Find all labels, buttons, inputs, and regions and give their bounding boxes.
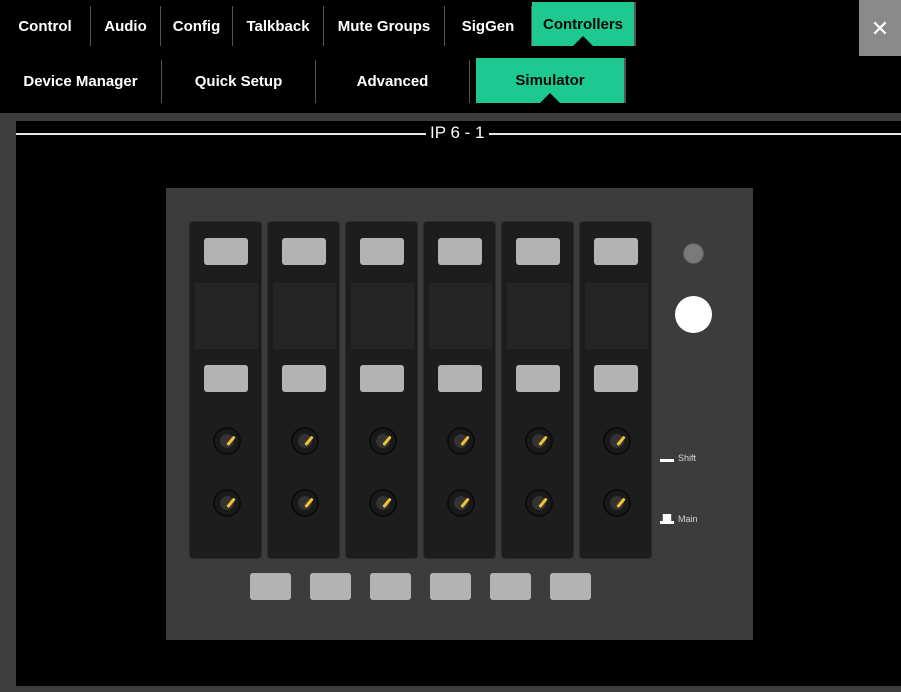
channel-strip xyxy=(423,221,496,559)
rotary-knob[interactable] xyxy=(447,489,475,517)
channel-strip xyxy=(501,221,574,559)
tab-controllers[interactable]: Controllers xyxy=(532,2,636,46)
rotary-knob[interactable] xyxy=(603,427,631,455)
tab-device-manager[interactable]: Device Manager xyxy=(0,60,162,103)
strip-display xyxy=(429,283,492,349)
tab-audio[interactable]: Audio xyxy=(91,6,161,46)
top-tab-bar: Control Audio Config Talkback Mute Group… xyxy=(0,0,860,56)
bottom-button[interactable] xyxy=(310,573,351,600)
rotary-knob[interactable] xyxy=(213,427,241,455)
strip-mid-button[interactable] xyxy=(438,365,482,392)
strip-top-button[interactable] xyxy=(282,238,326,265)
rotary-knob[interactable] xyxy=(369,489,397,517)
rotary-knob[interactable] xyxy=(447,427,475,455)
tab-advanced[interactable]: Advanced xyxy=(316,60,470,103)
channel-strip xyxy=(267,221,340,559)
rotary-knob[interactable] xyxy=(213,489,241,517)
strip-mid-button[interactable] xyxy=(594,365,638,392)
strip-top-button[interactable] xyxy=(516,238,560,265)
section-title: IP 6 - 1 xyxy=(426,123,489,143)
tab-control[interactable]: Control xyxy=(0,6,91,46)
rotary-knob[interactable] xyxy=(291,427,319,455)
bottom-button[interactable] xyxy=(490,573,531,600)
tab-siggen[interactable]: SigGen xyxy=(445,6,532,46)
channel-strip xyxy=(579,221,652,559)
strip-top-button[interactable] xyxy=(594,238,638,265)
shift-key-icon xyxy=(660,458,674,462)
main-key-icon xyxy=(660,514,674,524)
sub-tab-bar: Device Manager Quick Setup Advanced Simu… xyxy=(0,56,901,113)
strip-top-button[interactable] xyxy=(360,238,404,265)
strip-display xyxy=(195,283,258,349)
strip-display xyxy=(585,283,648,349)
tab-mute-groups[interactable]: Mute Groups xyxy=(324,6,445,46)
close-button[interactable]: ✕ xyxy=(859,0,901,57)
channel-strip xyxy=(189,221,262,559)
strip-mid-button[interactable] xyxy=(360,365,404,392)
round-select-button[interactable] xyxy=(675,296,712,333)
strip-mid-button[interactable] xyxy=(282,365,326,392)
rotary-knob[interactable] xyxy=(369,427,397,455)
strip-display xyxy=(351,283,414,349)
simulator-canvas: IP 6 - 1 Shift Main xyxy=(16,121,901,686)
strip-top-button[interactable] xyxy=(438,238,482,265)
rotary-knob[interactable] xyxy=(525,427,553,455)
controller-panel: Shift Main xyxy=(166,188,753,640)
simulator-frame: IP 6 - 1 Shift Main xyxy=(0,113,901,692)
strip-display xyxy=(507,283,570,349)
main-label: Main xyxy=(678,514,698,524)
tab-config[interactable]: Config xyxy=(161,6,233,46)
strip-top-button[interactable] xyxy=(204,238,248,265)
rotary-knob[interactable] xyxy=(291,489,319,517)
main-indicator: Main xyxy=(660,514,698,524)
bottom-button[interactable] xyxy=(370,573,411,600)
strip-mid-button[interactable] xyxy=(516,365,560,392)
rotary-knob[interactable] xyxy=(603,489,631,517)
tab-simulator[interactable]: Simulator xyxy=(476,58,626,103)
shift-indicator: Shift xyxy=(660,453,696,463)
bottom-button[interactable] xyxy=(550,573,591,600)
tab-quick-setup[interactable]: Quick Setup xyxy=(162,60,316,103)
tab-talkback[interactable]: Talkback xyxy=(233,6,324,46)
strip-mid-button[interactable] xyxy=(204,365,248,392)
shift-label: Shift xyxy=(678,453,697,463)
rotary-knob[interactable] xyxy=(525,489,553,517)
bottom-button[interactable] xyxy=(250,573,291,600)
strip-display xyxy=(273,283,336,349)
status-led xyxy=(683,243,704,264)
bottom-button[interactable] xyxy=(430,573,471,600)
channel-strip xyxy=(345,221,418,559)
